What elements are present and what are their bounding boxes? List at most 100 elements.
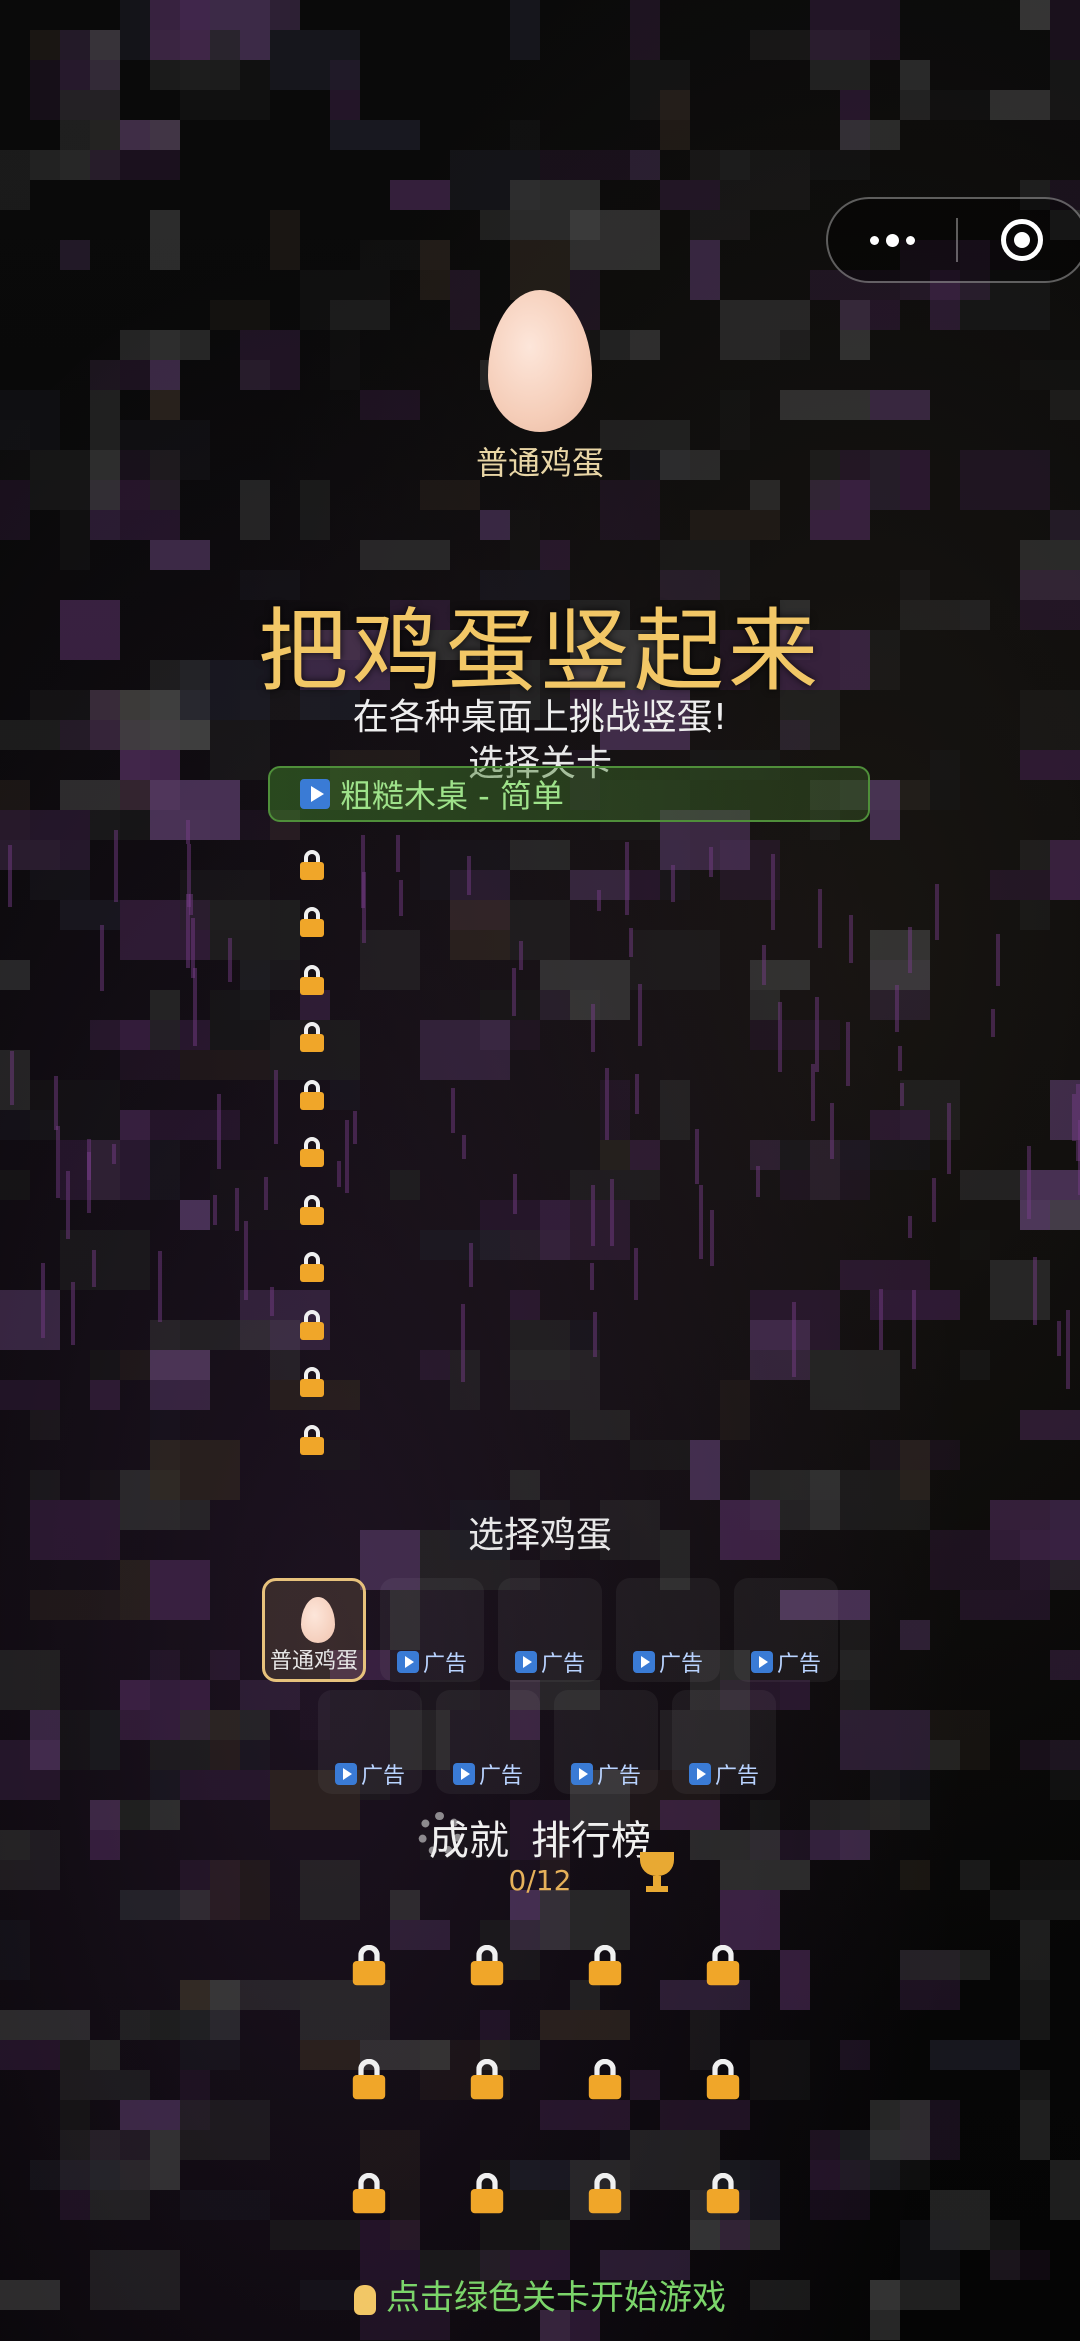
lock-icon bbox=[300, 1367, 324, 1398]
egg-option-label: 普通鸡蛋 bbox=[270, 1643, 358, 1675]
level-button-1[interactable]: 粗糙木桌 - 简单 bbox=[268, 766, 870, 822]
close-button[interactable] bbox=[958, 199, 1080, 281]
lock-icon bbox=[588, 1944, 622, 1986]
lock-icon bbox=[300, 1309, 324, 1340]
lock-icon bbox=[470, 2172, 504, 2214]
lock-icon bbox=[352, 2058, 386, 2100]
target-icon bbox=[1001, 219, 1043, 261]
achievement-locked[interactable] bbox=[546, 2136, 664, 2250]
egg-option-locked[interactable]: 广告 bbox=[554, 1690, 658, 1794]
lock-icon bbox=[300, 1252, 324, 1283]
achievement-locked[interactable] bbox=[428, 2136, 546, 2250]
lock-icon bbox=[470, 2058, 504, 2100]
egg-option-text: 广告 bbox=[776, 1652, 821, 1677]
game-subtitle: 在各种桌面上挑战竖蛋! bbox=[352, 697, 728, 738]
egg-option-label: 广告 bbox=[688, 1758, 759, 1790]
tab-achievements[interactable]: 成就 bbox=[429, 1808, 509, 1866]
achievement-locked[interactable] bbox=[664, 2136, 782, 2250]
achievement-locked[interactable] bbox=[310, 2136, 428, 2250]
lock-icon bbox=[300, 1424, 324, 1455]
egg-option-locked[interactable]: 广告 bbox=[672, 1690, 776, 1794]
achievement-grid bbox=[310, 1908, 782, 2250]
achievement-locked[interactable] bbox=[310, 2022, 428, 2136]
egg-option-locked[interactable]: 广告 bbox=[318, 1690, 422, 1794]
egg-icon bbox=[301, 1597, 335, 1643]
play-icon bbox=[632, 1651, 655, 1673]
achievement-locked[interactable] bbox=[428, 2022, 546, 2136]
play-icon bbox=[514, 1651, 537, 1673]
egg-option-locked[interactable]: 广告 bbox=[380, 1578, 484, 1682]
egg-row-1: 普通鸡蛋 广告 广告 广告 广告 bbox=[262, 1578, 838, 1682]
egg-option-label: 广告 bbox=[750, 1646, 821, 1678]
egg-option-locked[interactable]: 广告 bbox=[616, 1578, 720, 1682]
locked-level-row[interactable] bbox=[300, 1181, 820, 1239]
egg-option-text: 广告 bbox=[540, 1652, 585, 1677]
egg-option-locked[interactable]: 广告 bbox=[436, 1690, 540, 1794]
locked-level-row[interactable] bbox=[300, 894, 820, 952]
tab-leaderboard[interactable]: 排行榜 bbox=[531, 1808, 651, 1866]
lock-icon bbox=[352, 1944, 386, 1986]
achievement-locked[interactable] bbox=[310, 1908, 428, 2022]
egg-option-selected[interactable]: 普通鸡蛋 bbox=[262, 1578, 366, 1682]
locked-level-row[interactable] bbox=[300, 1239, 820, 1297]
locked-level-list bbox=[300, 836, 820, 1469]
lock-icon bbox=[300, 1079, 324, 1110]
egg-option-text: 普通鸡蛋 bbox=[269, 1649, 358, 1674]
egg-option-label: 广告 bbox=[396, 1646, 467, 1678]
play-icon bbox=[688, 1763, 711, 1785]
locked-level-row[interactable] bbox=[300, 1354, 820, 1412]
egg-section-title: 选择鸡蛋 bbox=[467, 1515, 612, 1556]
egg-option-text: 广告 bbox=[714, 1764, 759, 1789]
egg-option-label: 广告 bbox=[452, 1758, 523, 1790]
egg-row-2: 广告 广告 广告 广告 bbox=[318, 1690, 776, 1794]
egg-option-text: 广告 bbox=[596, 1764, 641, 1789]
achievement-progress: 0/12 bbox=[508, 1864, 572, 1897]
play-icon bbox=[334, 1763, 357, 1785]
egg-option-text: 广告 bbox=[478, 1764, 523, 1789]
level-label: 粗糙木桌 - 简单 bbox=[340, 777, 564, 815]
lock-icon bbox=[300, 1022, 324, 1053]
achievement-locked[interactable] bbox=[664, 2022, 782, 2136]
play-icon bbox=[452, 1763, 475, 1785]
game-screen: 普通鸡蛋 把鸡蛋竖起来 在各种桌面上挑战竖蛋! 选择关卡 粗糙木桌 - 简单 选… bbox=[0, 0, 1080, 2341]
lock-icon bbox=[588, 2172, 622, 2214]
egg-option-text: 广告 bbox=[658, 1652, 703, 1677]
egg-preview-icon bbox=[488, 290, 592, 432]
more-button[interactable] bbox=[828, 199, 956, 281]
achievement-locked[interactable] bbox=[664, 1908, 782, 2022]
egg-option-label: 广告 bbox=[570, 1758, 641, 1790]
lock-icon bbox=[588, 2058, 622, 2100]
locked-level-row[interactable] bbox=[300, 951, 820, 1009]
egg-option-text: 广告 bbox=[422, 1652, 467, 1677]
play-icon bbox=[570, 1763, 593, 1785]
lock-icon bbox=[300, 849, 324, 880]
play-icon bbox=[750, 1651, 773, 1673]
egg-option-locked[interactable]: 广告 bbox=[734, 1578, 838, 1682]
lock-icon bbox=[300, 1194, 324, 1225]
achievement-locked[interactable] bbox=[546, 1908, 664, 2022]
mini-program-capsule bbox=[826, 197, 1080, 283]
pointing-hand-icon bbox=[354, 2284, 376, 2315]
egg-preview-name: 普通鸡蛋 bbox=[475, 444, 604, 482]
locked-level-row[interactable] bbox=[300, 1009, 820, 1067]
lock-icon bbox=[706, 2058, 740, 2100]
egg-option-text: 广告 bbox=[360, 1764, 405, 1789]
egg-option-label: 广告 bbox=[632, 1646, 703, 1678]
locked-level-row[interactable] bbox=[300, 836, 820, 894]
achievement-locked[interactable] bbox=[428, 1908, 546, 2022]
egg-option-locked[interactable]: 广告 bbox=[498, 1578, 602, 1682]
dots-icon bbox=[869, 233, 915, 247]
locked-level-row[interactable] bbox=[300, 1124, 820, 1182]
lock-icon bbox=[352, 2172, 386, 2214]
locked-level-row[interactable] bbox=[300, 1411, 820, 1469]
locked-level-row[interactable] bbox=[300, 1066, 820, 1124]
egg-option-label: 广告 bbox=[334, 1758, 405, 1790]
achievement-locked[interactable] bbox=[546, 2022, 664, 2136]
locked-level-row[interactable] bbox=[300, 1296, 820, 1354]
lock-icon bbox=[706, 2172, 740, 2214]
lock-icon bbox=[300, 1137, 324, 1168]
lock-icon bbox=[300, 964, 324, 995]
lock-icon bbox=[300, 907, 324, 938]
lock-icon bbox=[470, 1944, 504, 1986]
egg-option-label: 广告 bbox=[514, 1646, 585, 1678]
